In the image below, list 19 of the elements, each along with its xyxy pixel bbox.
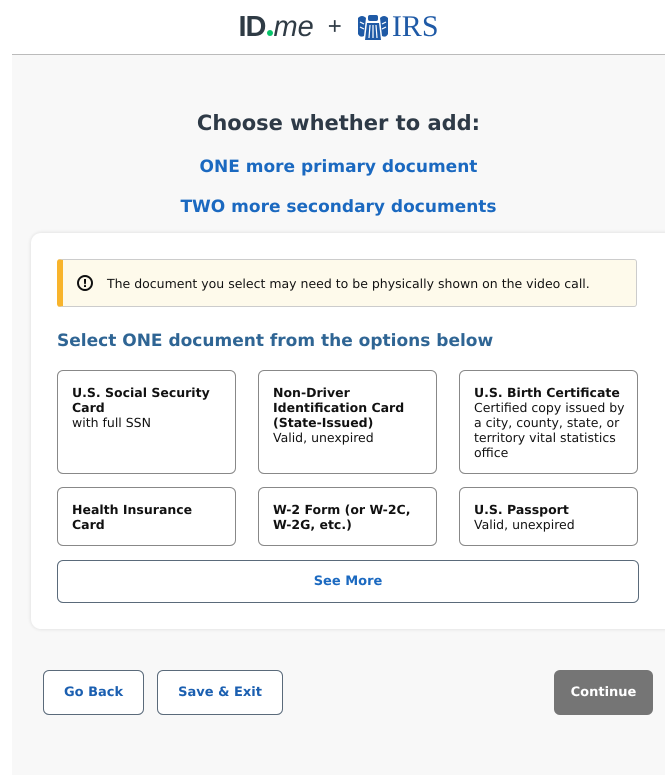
- document-tile[interactable]: Health Insurance Card: [57, 487, 236, 546]
- irs-logo-text: IRS: [392, 10, 438, 44]
- document-tile[interactable]: U.S. Social Security Card with full SSN: [57, 370, 236, 474]
- plus-sign: +: [328, 13, 342, 41]
- see-more-button[interactable]: See More: [57, 560, 639, 603]
- alert-icon: !: [77, 275, 93, 291]
- section-heading: Select ONE document from the options below: [57, 331, 494, 351]
- idme-logo: ID me: [238, 10, 314, 44]
- document-tile[interactable]: W-2 Form (or W-2C, W-2G, etc.): [258, 487, 437, 546]
- go-back-button[interactable]: Go Back: [43, 670, 144, 715]
- document-tile[interactable]: U.S. Passport Valid, unexpired: [459, 487, 638, 546]
- alert-text: The document you select may need to be physically shown on the video call.: [107, 276, 590, 290]
- document-option-link[interactable]: ONE more primary document: [200, 157, 478, 177]
- eagle-seal-icon: [356, 12, 390, 42]
- save-exit-button[interactable]: Save & Exit: [157, 670, 283, 715]
- document-tile[interactable]: U.S. Birth Certificate Certified copy issued by a city, county, state, or territory vital statistics office: [459, 370, 638, 474]
- prompt-heading: Choose whether to add:: [196, 111, 480, 135]
- document-option-link[interactable]: TWO more secondary documents: [180, 197, 497, 217]
- document-tile[interactable]: Non-Driver Identification Card (State-Issued) Valid, unexpired: [258, 370, 437, 474]
